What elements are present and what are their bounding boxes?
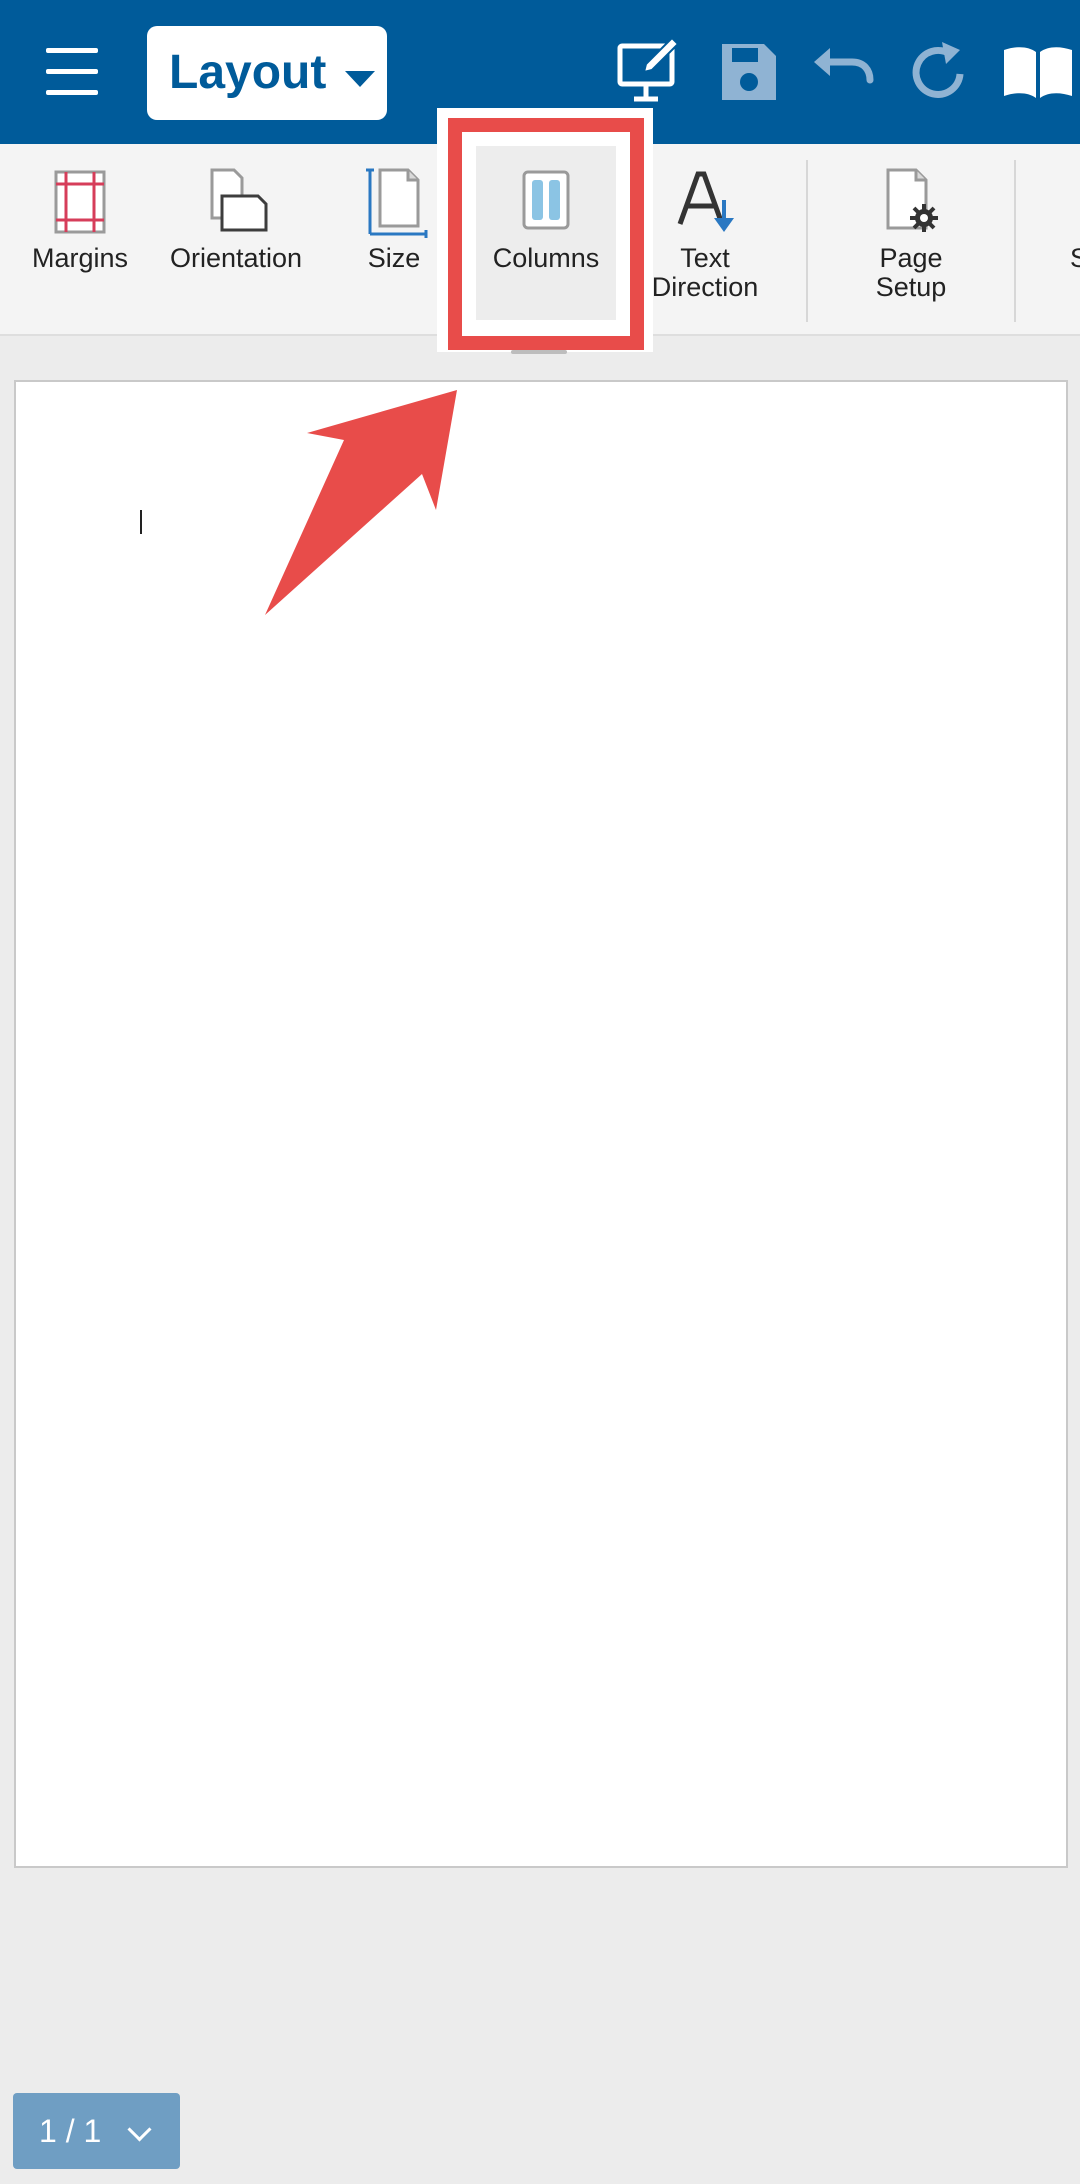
undo-icon[interactable]	[806, 34, 882, 110]
margins-label: Margins	[31, 243, 129, 273]
edit-mode-icon[interactable]	[614, 34, 690, 110]
text-direction-label: Text Direction	[651, 243, 759, 302]
text-direction-icon	[672, 166, 744, 238]
ribbon-divider	[1014, 160, 1016, 322]
ribbon-divider	[806, 160, 808, 322]
hamburger-menu-icon[interactable]	[38, 44, 108, 100]
page-indicator-label: 1 / 1	[39, 2113, 102, 2149]
margins-button[interactable]: Margins	[18, 144, 142, 334]
save-icon[interactable]	[710, 34, 786, 110]
orientation-label: Orientation	[169, 243, 303, 273]
orientation-icon	[200, 166, 272, 238]
document-page[interactable]	[14, 380, 1068, 1868]
ribbon-mode-dropdown[interactable]: Layout	[147, 26, 387, 120]
text-cursor	[140, 510, 142, 534]
ribbon-mode-label: Layout	[169, 46, 327, 99]
page-setup-button[interactable]: Page Setup	[846, 144, 976, 334]
chevron-down-icon	[127, 2117, 152, 2142]
page-setup-label: Page Setup	[875, 243, 947, 302]
redo-icon[interactable]	[900, 34, 976, 110]
page-indicator[interactable]: 1 / 1	[13, 2093, 180, 2169]
page-setup-icon	[876, 166, 948, 238]
read-mode-icon[interactable]	[996, 34, 1080, 110]
ribbon-collapse-handle[interactable]	[511, 350, 567, 354]
clipped-ribbon-label: S	[1070, 243, 1080, 273]
size-icon	[362, 166, 434, 238]
size-label: Size	[367, 243, 421, 273]
margins-icon	[44, 166, 116, 238]
caret-down-icon	[345, 71, 375, 87]
size-button[interactable]: Size	[340, 144, 448, 334]
orientation-button[interactable]: Orientation	[160, 144, 312, 334]
highlight-box	[448, 118, 644, 350]
clipped-ribbon-button[interactable]: S	[1060, 144, 1080, 334]
text-direction-button[interactable]: Text Direction	[640, 144, 770, 334]
